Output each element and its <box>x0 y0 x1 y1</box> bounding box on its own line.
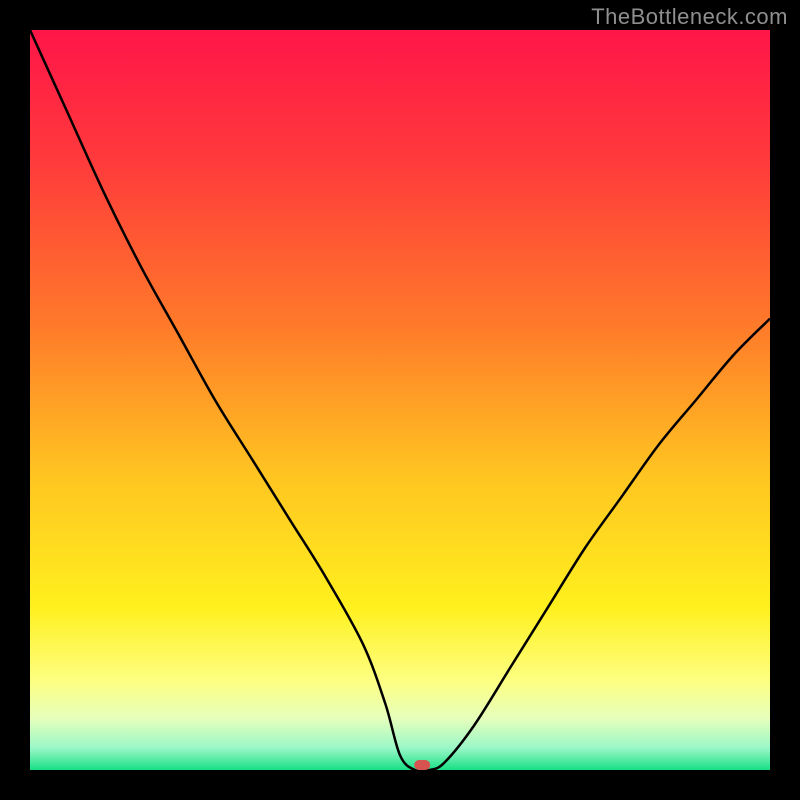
plot-area <box>30 30 770 770</box>
chart-frame: TheBottleneck.com <box>0 0 800 800</box>
chart-svg <box>30 30 770 770</box>
watermark-text: TheBottleneck.com <box>591 4 788 30</box>
background-rect <box>30 30 770 770</box>
marker-point <box>414 760 430 770</box>
